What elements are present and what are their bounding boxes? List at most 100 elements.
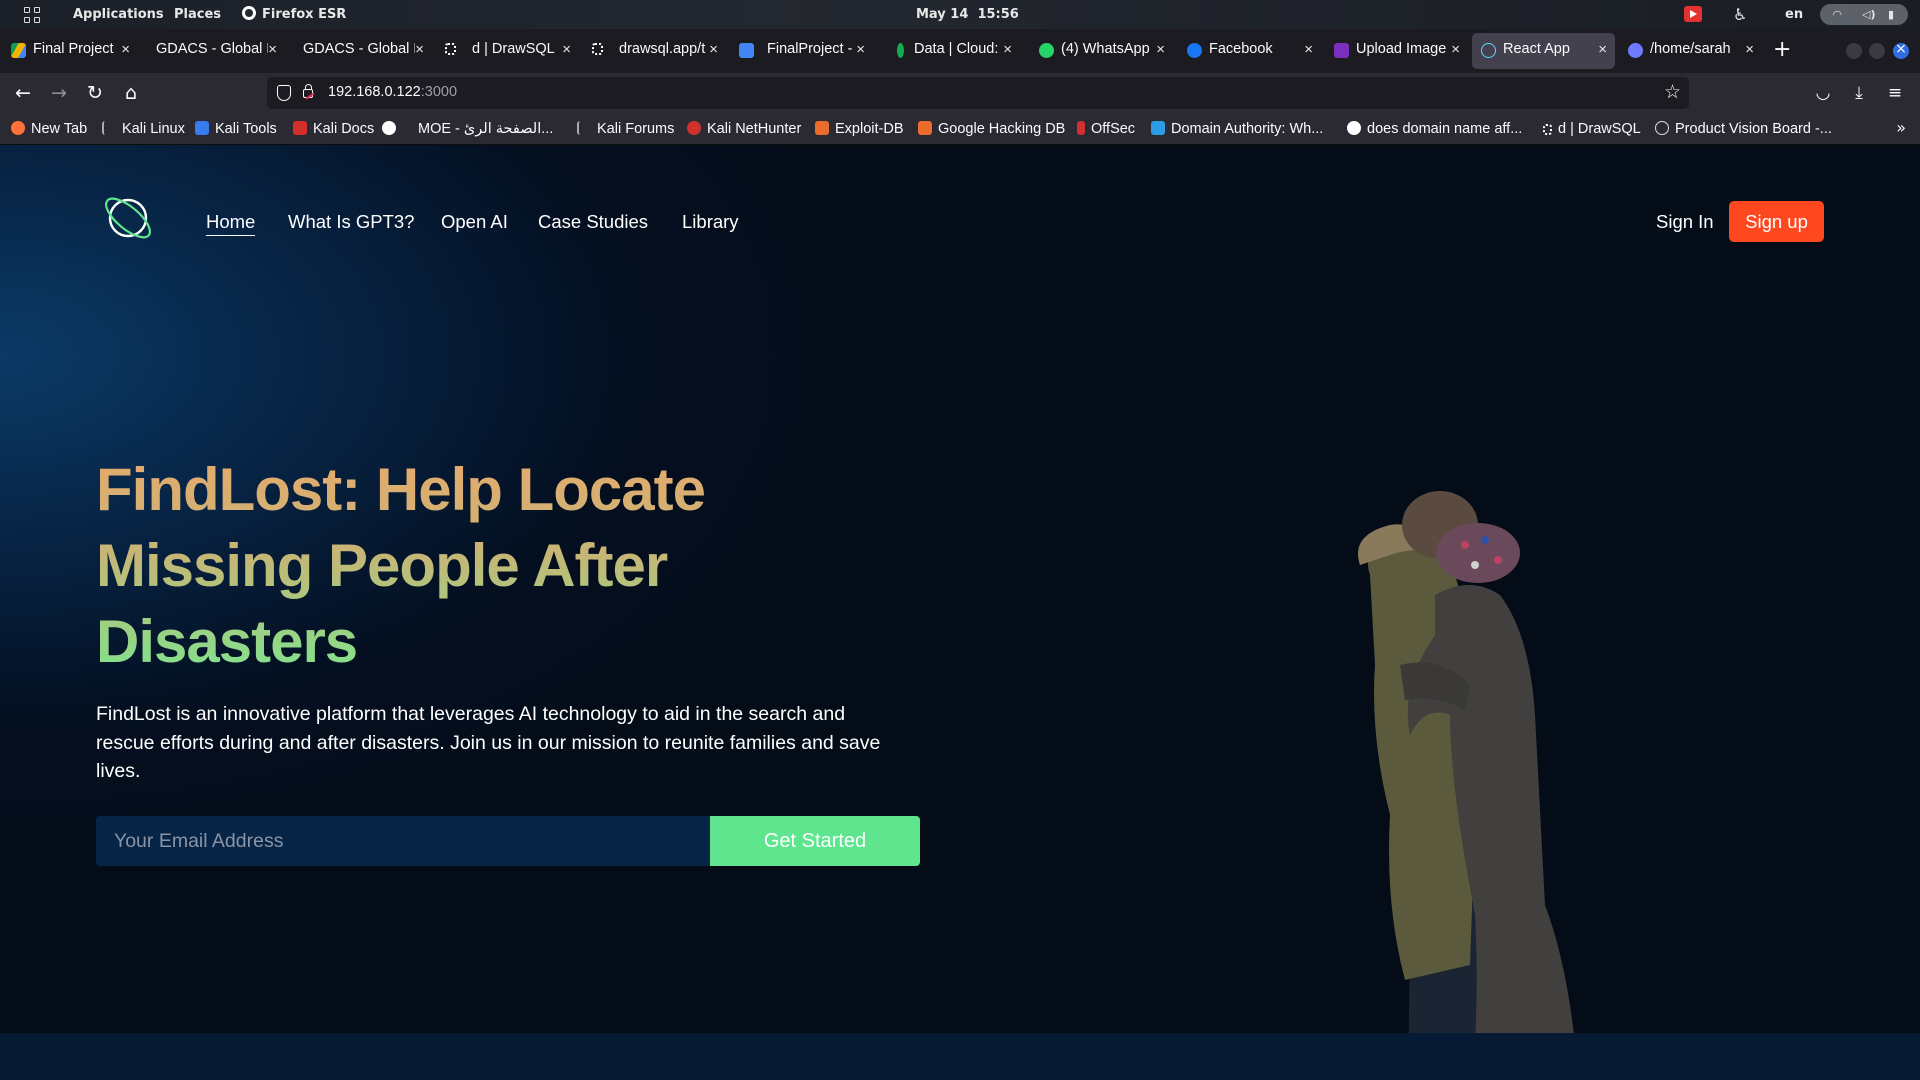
bookmark-label: Kali NetHunter (707, 121, 802, 137)
sign-up-button[interactable]: Sign up (1729, 201, 1824, 242)
nethunter-icon (687, 121, 701, 135)
close-icon[interactable]: × (1304, 40, 1313, 60)
close-icon[interactable]: × (1156, 40, 1165, 60)
bookmark-label: d | DrawSQL (1558, 121, 1641, 137)
pocket-icon[interactable]: ◡ (1809, 79, 1837, 107)
screen-recorder-icon[interactable] (1684, 6, 1702, 22)
tab-final-project[interactable]: Final Project × (2, 33, 138, 69)
minimize-button[interactable] (1846, 43, 1862, 59)
nav-what-is-gpt3[interactable]: What Is GPT3? (288, 211, 414, 233)
address-bar[interactable]: 192.168.0.122:3000 ☆ (267, 77, 1689, 109)
logo-icon[interactable] (102, 192, 154, 244)
new-tab-button[interactable]: + (1773, 35, 1791, 65)
kali-forums-icon (577, 121, 591, 135)
close-icon[interactable]: × (1003, 40, 1012, 60)
tracking-protection-shield-icon[interactable] (277, 85, 291, 101)
maximize-button[interactable] (1869, 43, 1885, 59)
downloads-icon[interactable]: ⤓ (1845, 79, 1873, 107)
bookmark-label: Kali Docs (313, 121, 375, 137)
close-icon[interactable]: × (268, 40, 277, 60)
tab-upload-image[interactable]: Upload Image × (1325, 33, 1468, 69)
bookmark-label: Kali Linux (122, 121, 185, 137)
close-icon[interactable]: × (121, 40, 130, 60)
google-drive-icon (11, 43, 26, 58)
facebook-icon (1187, 43, 1202, 58)
tab-drawsql-app[interactable]: drawsql.app/t × (583, 33, 726, 69)
close-icon[interactable]: × (1451, 40, 1460, 60)
close-icon[interactable]: × (415, 40, 424, 60)
tab-gdacs-2[interactable]: GDACS - Global D × (289, 33, 432, 69)
url-text[interactable]: 192.168.0.122:3000 (328, 84, 457, 100)
tab-facebook[interactable]: Facebook × (1178, 33, 1321, 69)
close-icon[interactable]: × (1745, 40, 1754, 60)
kali-dragon-icon (102, 121, 116, 135)
kali-docs-icon (293, 121, 307, 135)
system-status-menu[interactable]: ◠ ◁) ▮ (1820, 4, 1908, 25)
tab-whatsapp[interactable]: (4) WhatsApp × (1030, 33, 1173, 69)
tab-label: GDACS - Global D (156, 41, 268, 57)
close-window-button[interactable] (1893, 41, 1909, 59)
bookmark-new-tab[interactable]: New Tab (11, 119, 87, 139)
bookmark-drawsql[interactable]: d | DrawSQL (1543, 119, 1641, 139)
apps-grid-icon[interactable] (24, 7, 40, 23)
places-menu[interactable]: Places (174, 0, 221, 29)
accessibility-icon[interactable]: ♿ (1733, 0, 1747, 29)
close-icon[interactable]: × (856, 40, 865, 60)
hamburger-menu-icon[interactable]: ≡ (1881, 79, 1909, 107)
bookmark-kali-nethunter[interactable]: Kali NetHunter (687, 119, 801, 139)
forward-arrow-icon[interactable]: → (45, 79, 73, 107)
back-arrow-icon[interactable]: ← (9, 79, 37, 107)
email-input[interactable] (96, 816, 711, 866)
hero-title: FindLost: Help Locate Missing People Aft… (96, 452, 796, 680)
active-app-menu[interactable]: Firefox ESR (242, 0, 346, 29)
nav-home[interactable]: Home (206, 211, 256, 236)
bookmark-google[interactable] (382, 119, 402, 139)
insecure-lock-icon[interactable] (303, 84, 313, 98)
bookmark-label: New Tab (31, 121, 88, 137)
close-icon[interactable]: × (562, 40, 571, 60)
tab-gdacs-1[interactable]: GDACS - Global D × (142, 33, 285, 69)
clock[interactable]: May 14 15:56 (916, 0, 1019, 29)
bookmark-domain-authority[interactable]: Domain Authority: Wh... (1151, 119, 1323, 139)
bookmark-moe[interactable]: MOE - الصفحة الرئ... (418, 119, 553, 139)
tab-finalproject-doc[interactable]: FinalProject - × (730, 33, 873, 69)
bookmark-kali-docs[interactable]: Kali Docs (293, 119, 374, 139)
tab-mongodb[interactable]: Data | Cloud: × (877, 33, 1020, 69)
tab-label: FinalProject - (767, 41, 853, 57)
get-started-button[interactable]: Get Started (710, 816, 920, 866)
close-icon[interactable]: × (709, 40, 718, 60)
bookmark-kali-forums[interactable]: Kali Forums (577, 119, 674, 139)
bookmark-exploit-db[interactable]: Exploit-DB (815, 119, 904, 139)
bookmark-offsec[interactable]: OffSec (1077, 119, 1135, 139)
hero-description: FindLost is an innovative platform that … (96, 703, 881, 782)
moz-icon (1151, 121, 1165, 135)
bookmark-star-icon[interactable]: ☆ (1664, 81, 1681, 103)
chevron-more-icon[interactable]: » (1896, 118, 1906, 137)
bookmark-domain-name[interactable]: does domain name aff... (1347, 119, 1522, 139)
applications-menu[interactable]: Applications (73, 0, 164, 29)
tab-strip: Final Project × GDACS - Global D × GDACS… (0, 29, 1920, 73)
tab-home-sarah[interactable]: /home/sarah × (1619, 33, 1762, 69)
bookmark-product-vision-board[interactable]: Product Vision Board -... (1655, 119, 1832, 139)
nav-open-ai[interactable]: Open AI (441, 211, 508, 233)
active-app-label: Firefox ESR (262, 7, 347, 22)
bookmark-kali-linux[interactable]: Kali Linux (102, 119, 185, 139)
volume-icon: ◁) (1862, 8, 1876, 21)
bookmark-kali-tools[interactable]: Kali Tools (195, 119, 277, 139)
clock-date: May 14 (916, 7, 969, 22)
tab-react-app[interactable]: React App × (1472, 33, 1615, 69)
keyboard-layout[interactable]: en (1785, 0, 1803, 29)
close-icon[interactable]: × (1598, 40, 1607, 60)
tab-label: (4) WhatsApp (1061, 41, 1150, 57)
nav-case-studies[interactable]: Case Studies (538, 211, 648, 233)
kali-tools-icon (195, 121, 209, 135)
home-icon[interactable]: ⌂ (117, 79, 145, 107)
nav-library[interactable]: Library (682, 211, 739, 233)
tab-drawsql[interactable]: d | DrawSQL × (436, 33, 579, 69)
reload-icon[interactable]: ↻ (81, 79, 109, 107)
sign-in-link[interactable]: Sign In (1656, 211, 1714, 233)
globe-icon (1655, 121, 1669, 135)
tab-label: Facebook (1209, 41, 1273, 57)
bookmark-google-hacking-db[interactable]: Google Hacking DB (918, 119, 1065, 139)
network-icon: ◠ (1833, 8, 1842, 21)
